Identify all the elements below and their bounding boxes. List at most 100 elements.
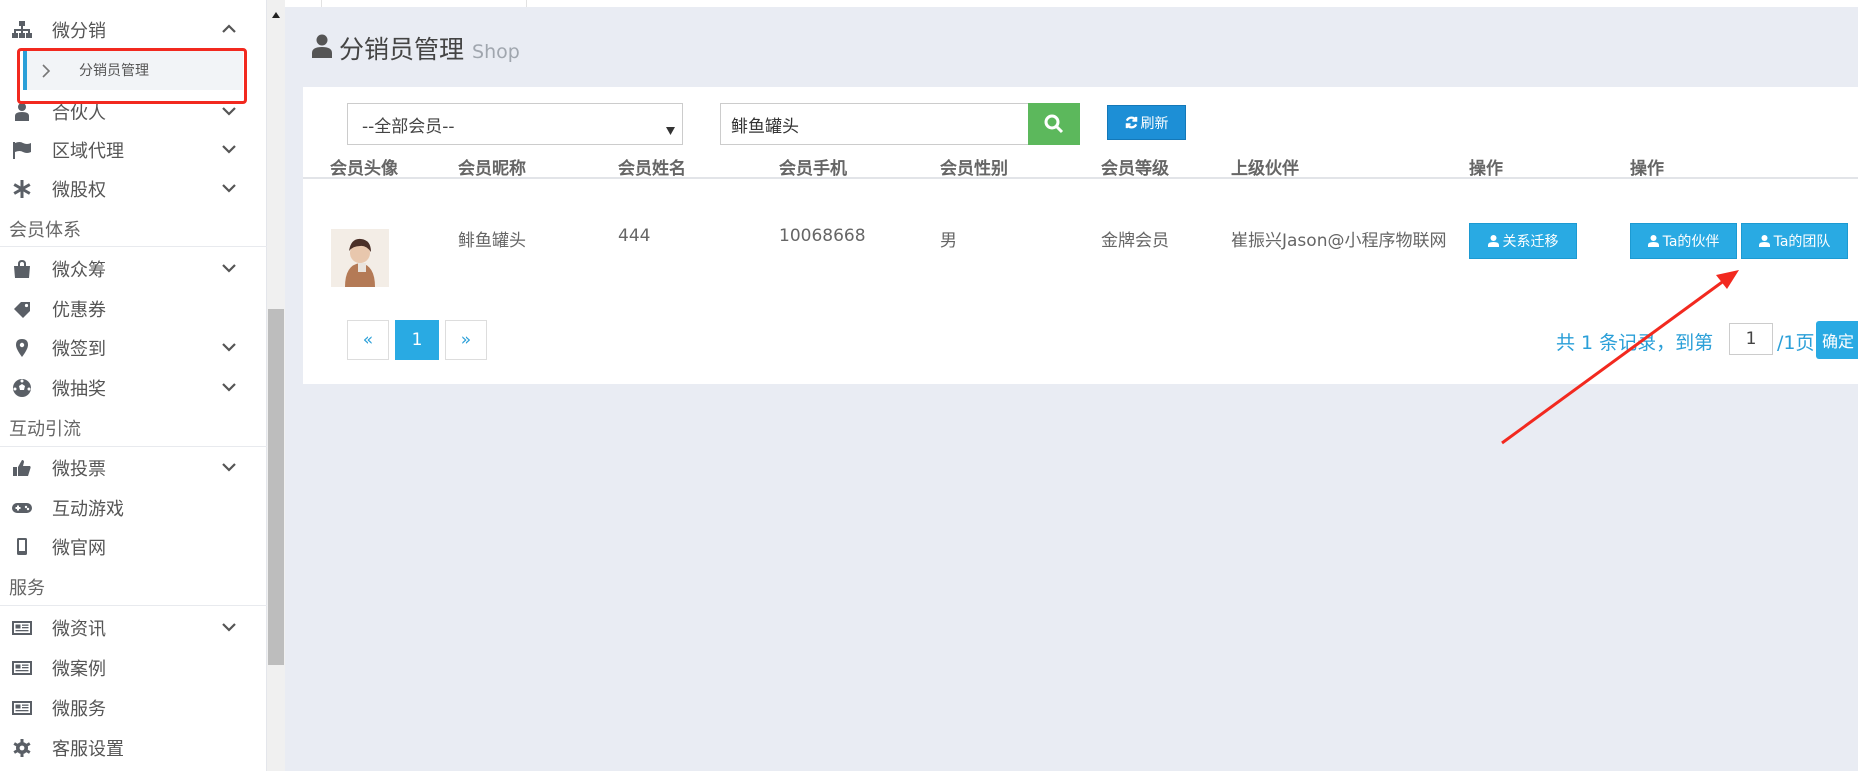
sidebar-item-game[interactable]: 互动游戏 xyxy=(0,488,258,528)
ta-team-label: Ta的团队 xyxy=(1773,234,1831,250)
sidebar-item-vote[interactable]: 微投票 xyxy=(0,448,258,488)
ta-team-button[interactable]: Ta的团队 xyxy=(1741,223,1848,259)
sidebar-item-label: 互动游戏 xyxy=(52,499,124,520)
sidebar-item-label: 微投票 xyxy=(52,459,106,480)
sidebar-item-cases[interactable]: 微案例 xyxy=(0,648,258,688)
sidebar-item-label: 微抽奖 xyxy=(52,379,106,400)
sidebar-item-label: 优惠券 xyxy=(52,300,106,321)
search-icon xyxy=(1044,114,1064,134)
relationship-transfer-button[interactable]: 关系迁移 xyxy=(1469,223,1577,259)
refresh-button[interactable]: 刷新 xyxy=(1107,105,1186,140)
sidebar-divider xyxy=(0,605,267,606)
column-header: 会员昵称 xyxy=(458,159,526,179)
chevron-down-icon[interactable] xyxy=(221,141,237,157)
pagination-current-page[interactable]: 1 xyxy=(395,320,439,360)
newspaper-icon xyxy=(11,699,33,717)
sidebar-item-customer-service[interactable]: 客服设置 xyxy=(0,728,258,768)
thumbs-up-icon xyxy=(11,459,33,477)
sidebar-item-label: 微服务 xyxy=(52,699,106,720)
scroll-up-arrow-icon[interactable] xyxy=(267,8,285,22)
user-icon xyxy=(311,34,333,58)
flag-icon xyxy=(11,141,33,159)
sidebar-scrollbar[interactable] xyxy=(267,0,285,771)
chevron-up-icon[interactable] xyxy=(221,21,237,37)
column-header: 上级伙伴 xyxy=(1231,159,1299,179)
sidebar-item-label: 微资讯 xyxy=(52,619,106,640)
sidebar-item-label: 客服设置 xyxy=(52,739,124,760)
annotation-highlight-box xyxy=(17,48,247,104)
user-icon xyxy=(1647,235,1659,247)
sidebar-item-label: 微股权 xyxy=(52,180,106,201)
cell-upper-partner: 崔振兴Jason@小程序物联网 xyxy=(1231,231,1447,251)
main-panel: --全部会员-- 鲱鱼罐头 刷新 会员头像 会员昵称 会员姓名 会员手机 会员性… xyxy=(303,87,1858,384)
sidebar: 微分销 分销员管理 合伙人 区域代理 微股权 会员体系 微众筹 优惠券 微签到 … xyxy=(0,0,267,771)
sidebar-item-label: 微众筹 xyxy=(52,260,106,281)
cell-name: 444 xyxy=(618,226,651,246)
sidebar-item-news[interactable]: 微资讯 xyxy=(0,608,258,648)
sidebar-item-label: 微分销 xyxy=(52,21,106,42)
sidebar-item-equity[interactable]: 微股权 xyxy=(0,169,258,209)
scrollbar-thumb[interactable] xyxy=(268,309,284,665)
chevron-down-icon[interactable] xyxy=(221,339,237,355)
pagination-page-input[interactable]: 1 xyxy=(1729,323,1773,355)
cell-nickname: 鲱鱼罐头 xyxy=(458,231,526,251)
sidebar-item-label: 微官网 xyxy=(52,538,106,559)
page-title: 分销员管理 Shop xyxy=(311,30,520,66)
newspaper-icon xyxy=(11,619,33,637)
column-header: 操作 xyxy=(1630,159,1664,179)
top-tab-strip xyxy=(285,0,1858,7)
chevron-down-icon[interactable] xyxy=(221,103,237,119)
user-icon xyxy=(1758,235,1770,247)
user-tie-icon xyxy=(11,103,33,121)
sidebar-item-signin[interactable]: 微签到 xyxy=(0,328,258,368)
chevron-down-icon[interactable] xyxy=(221,180,237,196)
sidebar-divider xyxy=(0,446,267,447)
page-subtitle: Shop xyxy=(472,41,520,63)
sidebar-section-service: 服务 xyxy=(9,578,45,599)
sidebar-divider xyxy=(0,246,267,247)
chevron-down-icon[interactable] xyxy=(221,379,237,395)
pagination-total-pages: /1页 xyxy=(1777,331,1815,354)
pagination-prev[interactable]: « xyxy=(347,320,389,360)
gamepad-icon xyxy=(11,499,33,517)
member-filter-value: --全部会员-- xyxy=(362,116,455,137)
column-header: 操作 xyxy=(1469,159,1503,179)
shopping-bag-icon xyxy=(11,260,33,278)
chevron-down-icon[interactable] xyxy=(221,459,237,475)
sidebar-item-coupon[interactable]: 优惠券 xyxy=(0,289,258,329)
column-header: 会员姓名 xyxy=(618,159,686,179)
ticket-icon xyxy=(11,300,33,318)
tablet-icon xyxy=(11,538,33,556)
relationship-transfer-label: 关系迁移 xyxy=(1502,234,1559,250)
column-header: 会员手机 xyxy=(779,159,847,179)
top-tab[interactable] xyxy=(321,0,527,7)
user-icon xyxy=(1487,235,1499,247)
page-title-text: 分销员管理 xyxy=(339,35,465,64)
pagination-next[interactable]: » xyxy=(445,320,487,360)
cell-level: 金牌会员 xyxy=(1101,231,1169,251)
sidebar-item-distribution[interactable]: 微分销 xyxy=(0,10,258,50)
sidebar-item-site[interactable]: 微官网 xyxy=(0,527,258,567)
pagination-record-info: 共 1 条记录，到第 xyxy=(1556,331,1714,354)
ta-partner-button[interactable]: Ta的伙伴 xyxy=(1630,223,1737,259)
refresh-icon xyxy=(1125,116,1137,129)
chevron-down-icon[interactable] xyxy=(221,619,237,635)
cell-phone: 10068668 xyxy=(779,226,866,246)
pagination-confirm-button[interactable]: 确定 xyxy=(1816,321,1858,359)
sitemap-icon xyxy=(11,21,33,39)
map-marker-icon xyxy=(11,339,33,357)
sidebar-section-member: 会员体系 xyxy=(9,220,81,241)
sidebar-item-services[interactable]: 微服务 xyxy=(0,688,258,728)
refresh-label: 刷新 xyxy=(1140,115,1169,132)
gear-icon xyxy=(11,739,33,757)
chevron-down-icon[interactable] xyxy=(221,260,237,276)
sidebar-item-crowdfund[interactable]: 微众筹 xyxy=(0,249,258,289)
asterisk-icon xyxy=(11,180,33,198)
sidebar-item-label: 区域代理 xyxy=(52,141,124,162)
ta-partner-label: Ta的伙伴 xyxy=(1662,234,1720,250)
sidebar-item-regional-agent[interactable]: 区域代理 xyxy=(0,130,258,170)
sidebar-item-lottery[interactable]: 微抽奖 xyxy=(0,368,258,408)
soccer-ball-icon xyxy=(11,379,33,397)
search-input-value: 鲱鱼罐头 xyxy=(731,116,799,137)
table-header-row xyxy=(303,139,1858,179)
